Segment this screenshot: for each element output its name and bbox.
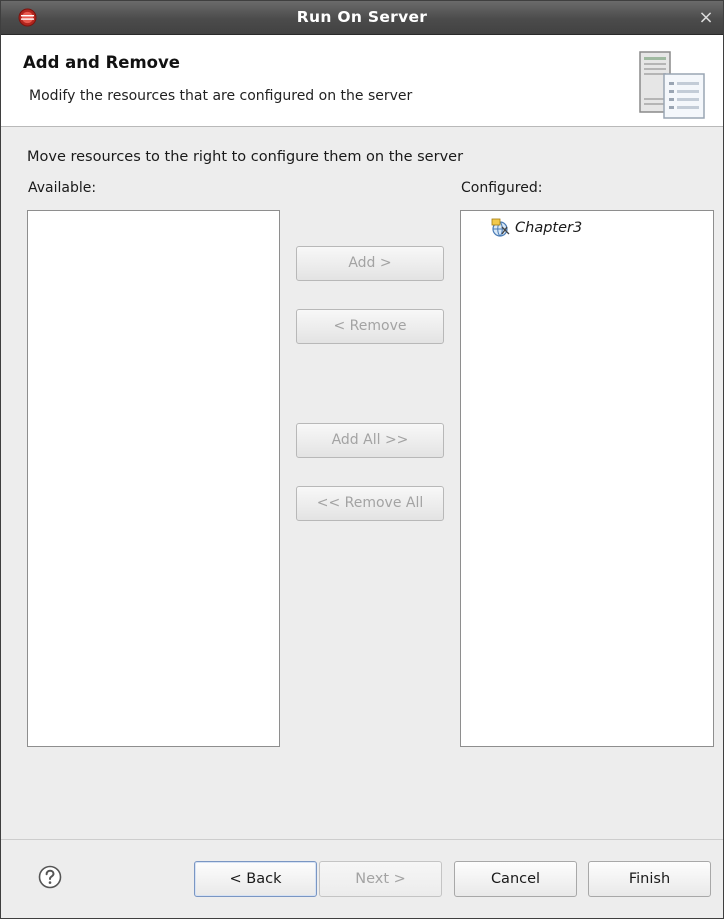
configured-item-chapter3[interactable]: Chapter3 bbox=[491, 217, 582, 239]
configured-label: Configured: bbox=[461, 180, 543, 196]
remove-all-button[interactable]: << Remove All bbox=[296, 486, 444, 521]
wizard-header: Add and Remove Modify the resources that… bbox=[1, 35, 723, 127]
add-button[interactable]: Add > bbox=[296, 246, 444, 281]
page-title: Add and Remove bbox=[23, 53, 180, 72]
available-label: Available: bbox=[28, 180, 97, 196]
close-icon[interactable]: × bbox=[695, 7, 717, 29]
remove-button[interactable]: < Remove bbox=[296, 309, 444, 344]
web-project-icon bbox=[491, 218, 510, 237]
available-list[interactable] bbox=[27, 210, 280, 747]
title-bar[interactable]: Run On Server × bbox=[1, 1, 723, 35]
run-on-server-dialog: Run On Server × Add and Remove Modify th… bbox=[0, 0, 724, 919]
footer-separator bbox=[1, 839, 723, 840]
back-button[interactable]: < Back bbox=[194, 861, 317, 897]
configured-list[interactable]: Chapter3 bbox=[460, 210, 714, 747]
help-icon[interactable] bbox=[38, 865, 62, 889]
cancel-button[interactable]: Cancel bbox=[454, 861, 577, 897]
page-description: Modify the resources that are configured… bbox=[29, 88, 413, 104]
add-all-button[interactable]: Add All >> bbox=[296, 423, 444, 458]
next-button[interactable]: Next > bbox=[319, 861, 442, 897]
instruction-text: Move resources to the right to configure… bbox=[27, 149, 464, 165]
configured-item-label: Chapter3 bbox=[515, 220, 583, 236]
finish-button[interactable]: Finish bbox=[588, 861, 711, 897]
window-title: Run On Server bbox=[296, 8, 428, 26]
server-wizard-icon bbox=[639, 51, 705, 119]
